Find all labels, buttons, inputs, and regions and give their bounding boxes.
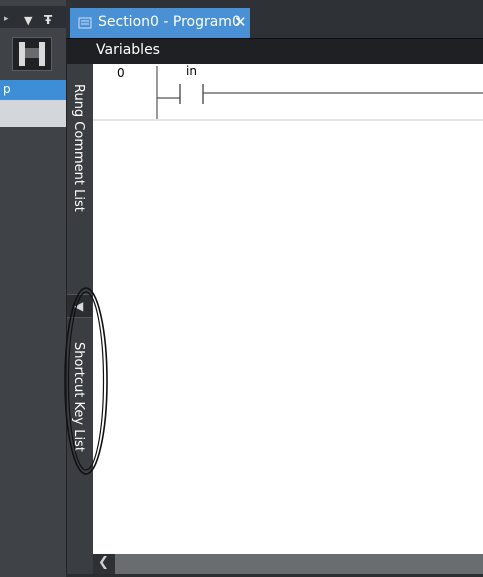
highlight-ellipse-outer (64, 287, 108, 475)
chevron-left-icon: ❮ (98, 555, 109, 570)
ladder-diagram (64, 66, 483, 475)
scroll-left-button[interactable]: ❮ (93, 554, 115, 574)
horizontal-scrollbar[interactable]: ❮ (93, 554, 483, 574)
highlight-ellipse-inner (67, 291, 105, 471)
